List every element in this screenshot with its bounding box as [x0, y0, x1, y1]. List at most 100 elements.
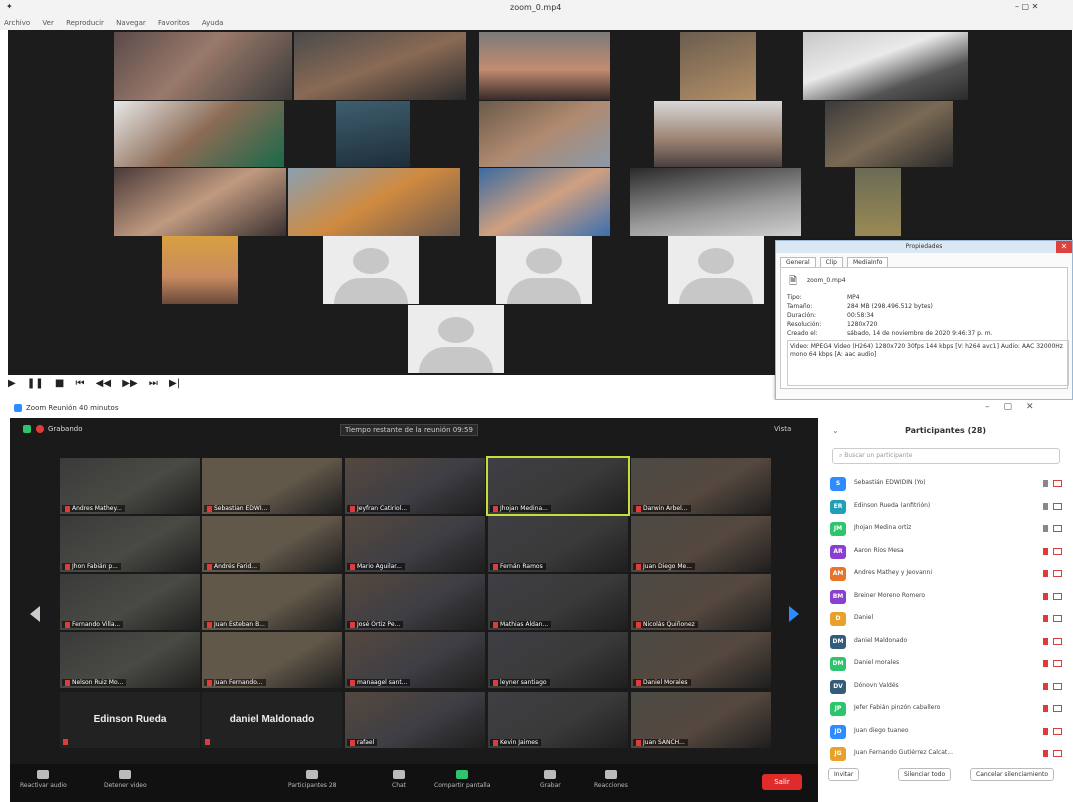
- participant-name-label: Juan Fernando...: [204, 679, 266, 686]
- stop-icon[interactable]: ■: [55, 378, 64, 389]
- view-button[interactable]: Vista: [774, 425, 791, 433]
- participant-tile[interactable]: Fernán Ramos: [488, 516, 628, 572]
- participant-name-label: Juan SANCH...: [633, 739, 688, 746]
- participant-tile[interactable]: Jhon Fabián p...: [60, 516, 200, 572]
- participant-row[interactable]: AM Andres Mathey y Jeovanni: [830, 564, 1062, 584]
- avatar-placeholder: [408, 305, 504, 373]
- mute-all-button[interactable]: Silenciar todo: [898, 768, 952, 781]
- video-tile: [114, 101, 284, 167]
- menu-archivo[interactable]: Archivo: [4, 19, 30, 27]
- leave-button[interactable]: Salir: [762, 774, 802, 790]
- participant-tile[interactable]: Jhojan Medina...: [486, 456, 630, 516]
- fast-forward-icon[interactable]: ▶▶: [122, 378, 137, 389]
- participant-tile[interactable]: Mario Aguilar...: [345, 516, 485, 572]
- previous-icon[interactable]: ⏮: [75, 378, 84, 389]
- muted-mic-icon: [350, 621, 355, 628]
- video-tile: [114, 168, 286, 236]
- participant-row[interactable]: JP Jefer Fabián pinzón caballero: [830, 699, 1062, 719]
- participant-tile[interactable]: daniel Maldonado: [202, 692, 342, 748]
- participant-row[interactable]: D Daniel: [830, 609, 1062, 629]
- participant-tile[interactable]: Andres Mathey...: [60, 458, 200, 514]
- participant-tile[interactable]: leyner santiago: [488, 632, 628, 688]
- participant-row[interactable]: JG Juan Fernando Gutiérrez Calcat...: [830, 744, 1062, 764]
- avatar: DM: [830, 634, 846, 649]
- participant-name-label: José Ortiz Pe...: [347, 621, 404, 628]
- mic-icon: [1043, 615, 1048, 622]
- property-row: Duración: 00:58:34: [787, 312, 874, 319]
- participant-row[interactable]: JM Jhojan Medina ortiz: [830, 519, 1062, 539]
- muted-mic-icon: [636, 621, 641, 628]
- participant-tile[interactable]: José Ortiz Pe...: [345, 574, 485, 630]
- participant-tile[interactable]: Darwin Arbel...: [631, 458, 771, 514]
- participant-tile[interactable]: Fernando Villa...: [60, 574, 200, 630]
- meeting-toolbar: Reactivar audio Detener video Participan…: [10, 764, 818, 802]
- participant-search-input[interactable]: ⌕ Buscar un participante: [832, 448, 1060, 464]
- participant-tile[interactable]: Juan Diego Me...: [631, 516, 771, 572]
- record-button[interactable]: Grabar: [540, 770, 561, 789]
- meeting-topbar: Grabando Tiempo restante de la reunión 0…: [10, 418, 818, 442]
- security-shield-icon[interactable]: [23, 425, 31, 433]
- participant-row[interactable]: JD Juan diego tuaneo: [830, 722, 1062, 742]
- unmute-button[interactable]: Reactivar audio: [20, 770, 67, 789]
- participants-button[interactable]: Participantes 28: [288, 770, 337, 789]
- reactions-button[interactable]: Reacciones: [594, 770, 628, 789]
- menu-ver[interactable]: Ver: [42, 19, 53, 27]
- stop-video-button[interactable]: Detener video: [104, 770, 147, 789]
- participant-tile[interactable]: Nicolás Quiñonez: [631, 574, 771, 630]
- participant-tile[interactable]: Nelson Ruiz Mo...: [60, 632, 200, 688]
- close-icon[interactable]: ✕: [1056, 241, 1072, 253]
- participant-row[interactable]: ER Edinson Rueda (anfitrión): [830, 497, 1062, 517]
- share-screen-button[interactable]: Compartir pantalla: [434, 770, 490, 789]
- participant-row[interactable]: BM Breiner Moreno Romero: [830, 587, 1062, 607]
- muted-mic-icon: [207, 505, 212, 512]
- chat-button[interactable]: Chat: [392, 770, 406, 789]
- menu-ayuda[interactable]: Ayuda: [202, 19, 224, 27]
- participant-tile[interactable]: Sebastian EDWI...: [202, 458, 342, 514]
- participant-tile[interactable]: Daniel Morales: [631, 632, 771, 688]
- participant-row[interactable]: DM daniel Maldonado: [830, 632, 1062, 652]
- participant-row[interactable]: AR Aaron Ríos Mesa: [830, 542, 1062, 562]
- menu-reproducir[interactable]: Reproducir: [66, 19, 104, 27]
- window-controls[interactable]: – ▢ ✕: [1015, 2, 1038, 11]
- play-icon[interactable]: ▶: [8, 378, 16, 389]
- participant-tile[interactable]: Kevin Jaimes: [488, 692, 628, 748]
- next-page-icon[interactable]: [789, 606, 799, 622]
- mic-icon: [1043, 705, 1048, 712]
- participant-tile[interactable]: Jeyfran Catiriol...: [345, 458, 485, 514]
- participant-tile[interactable]: Juan Fernando...: [202, 632, 342, 688]
- property-row: Tipo: MP4: [787, 294, 860, 301]
- participant-name-label: manaagel sant...: [347, 679, 411, 686]
- participant-tile[interactable]: Mathias Aldan...: [488, 574, 628, 630]
- tab-mediainfo[interactable]: MediaInfo: [847, 257, 889, 267]
- participant-row[interactable]: DM Daniel morales: [830, 654, 1062, 674]
- participant-tile[interactable]: Juan Esteban B...: [202, 574, 342, 630]
- participant-name-label: Nelson Ruiz Mo...: [62, 679, 127, 686]
- muted-mic-icon: [63, 739, 68, 745]
- participants-panel: ⌄ Participantes (28) ⌕ Buscar un partici…: [818, 418, 1073, 784]
- participant-tile[interactable]: manaagel sant...: [345, 632, 485, 688]
- properties-filename: zoom_0.mp4: [807, 277, 846, 284]
- participant-tile[interactable]: Juan SANCH...: [631, 692, 771, 748]
- invite-button[interactable]: Invitar: [828, 768, 860, 781]
- rewind-icon[interactable]: ◀◀: [96, 378, 111, 389]
- next-icon[interactable]: ⏭: [149, 378, 158, 389]
- previous-page-icon[interactable]: [30, 606, 40, 622]
- tab-general[interactable]: General: [780, 257, 816, 267]
- participant-tile[interactable]: Edinson Rueda: [60, 692, 200, 748]
- participant-row[interactable]: DV Dónovn Valdés: [830, 677, 1062, 697]
- participant-name-label: Darwin Arbel...: [633, 505, 691, 512]
- menu-navegar[interactable]: Navegar: [116, 19, 146, 27]
- participant-tile[interactable]: rafael: [345, 692, 485, 748]
- media-info-text[interactable]: Video: MPEG4 Video (H264) 1280x720 30fps…: [787, 340, 1069, 386]
- menu-favoritos[interactable]: Favoritos: [158, 19, 190, 27]
- participant-row[interactable]: S Sebastián EDWIDIN (Yo): [830, 474, 1062, 494]
- tab-clip[interactable]: Clip: [819, 257, 843, 267]
- mic-icon: [1043, 750, 1048, 757]
- participant-tile[interactable]: Andrés Farid...: [202, 516, 342, 572]
- gallery-view: Grabando Tiempo restante de la reunión 0…: [10, 418, 818, 802]
- participant-name: Breiner Moreno Romero: [854, 591, 926, 599]
- pause-icon[interactable]: ❚❚: [27, 378, 44, 389]
- zoom-window-controls[interactable]: –▢✕: [985, 402, 1048, 412]
- frame-step-icon[interactable]: ▶|: [169, 378, 180, 389]
- unmute-all-button[interactable]: Cancelar silenciamiento: [970, 768, 1055, 781]
